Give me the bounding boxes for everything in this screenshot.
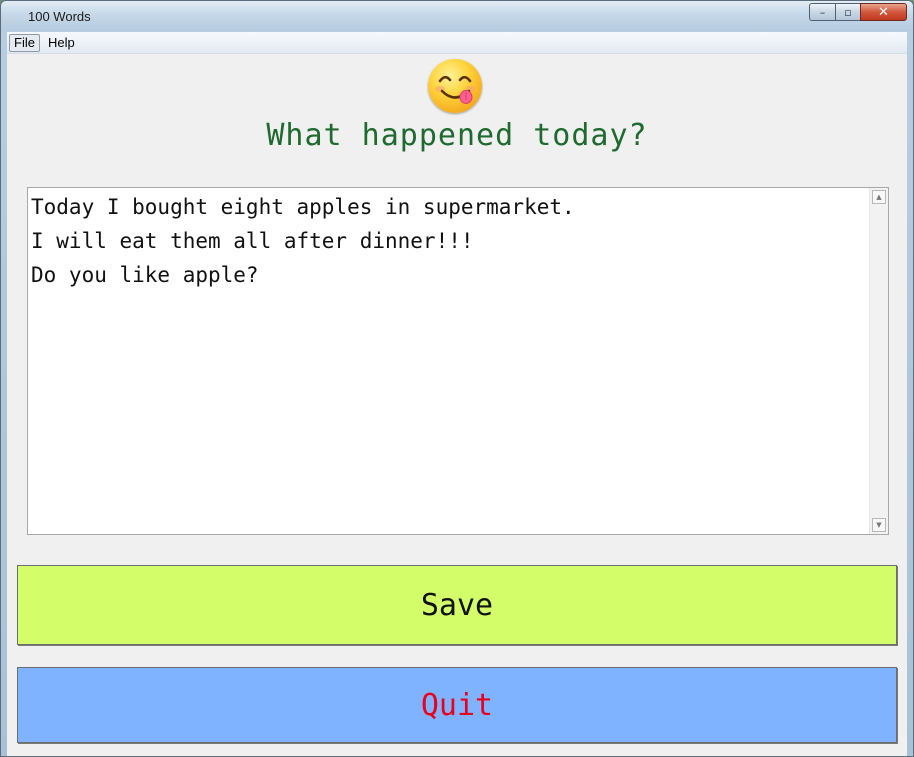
window-title: 100 Words: [28, 9, 91, 24]
menu-file[interactable]: File: [9, 34, 40, 52]
diary-textarea[interactable]: Today I bought eight apples in supermark…: [27, 187, 889, 535]
scroll-up-icon[interactable]: ▲: [872, 190, 886, 204]
page-title: What happened today?: [266, 118, 648, 153]
menu-help[interactable]: Help: [43, 34, 80, 52]
title-bar[interactable]: 100 Words – ▫ ✕: [1, 1, 913, 31]
vertical-scrollbar[interactable]: ▲ ▼: [869, 188, 888, 534]
close-button[interactable]: ✕: [860, 3, 907, 21]
maximize-button[interactable]: ▫: [835, 3, 860, 21]
smiling-face-tongue-icon: [428, 59, 482, 113]
quit-button[interactable]: Quit: [17, 667, 897, 743]
menu-bar: File Help: [7, 32, 907, 54]
window-controls: – ▫ ✕: [809, 3, 907, 23]
app-window: 100 Words – ▫ ✕ File Help What happened …: [0, 0, 914, 757]
save-button[interactable]: Save: [17, 565, 897, 645]
client-area: File Help What happened today? Today I b…: [7, 32, 907, 756]
scroll-down-icon[interactable]: ▼: [872, 518, 886, 532]
diary-text[interactable]: Today I bought eight apples in supermark…: [31, 190, 868, 534]
minimize-button[interactable]: –: [809, 3, 835, 21]
